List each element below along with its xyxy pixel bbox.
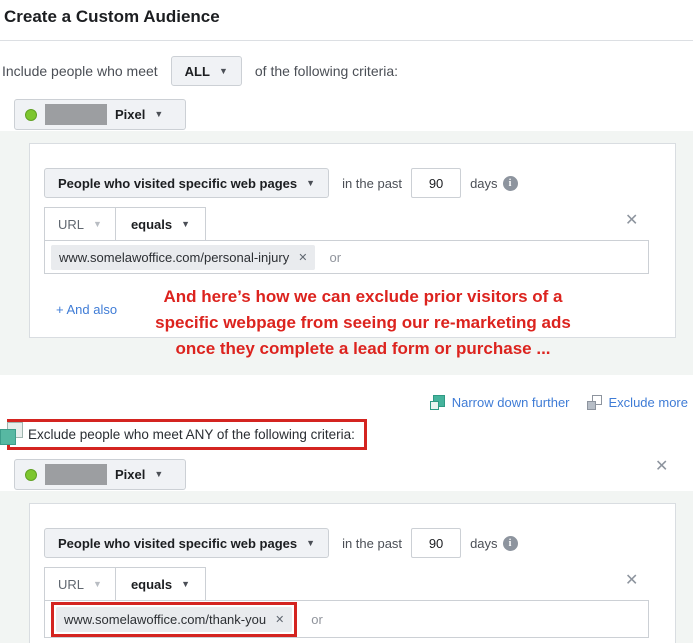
pixel-selector-exclude[interactable]: Pixel ▼: [14, 459, 186, 490]
remove-rule-icon[interactable]: ✕: [625, 213, 638, 229]
page-title: Create a Custom Audience: [4, 7, 220, 26]
chevron-down-icon: ▼: [306, 537, 316, 548]
include-rule-row: Include people who meet ALL ▼ of the fol…: [2, 56, 398, 86]
exclude-criteria-card: People who visited specific web pages ▼ …: [29, 503, 676, 643]
url-chip-text: www.somelawoffice.com/personal-injury: [59, 249, 290, 265]
operator-label: equals: [130, 216, 173, 232]
header-divider: [0, 40, 693, 41]
visited-pages-label: People who visited specific web pages: [58, 535, 298, 551]
chevron-down-icon: ▼: [181, 578, 191, 589]
exclude-overlap-squares-icon: [0, 422, 23, 445]
pixel-label: Pixel: [115, 467, 146, 482]
chip-close-icon[interactable]: ✕: [298, 251, 307, 264]
url-chip: www.somelawoffice.com/personal-injury ✕: [51, 244, 316, 270]
annotation-note: And here’s how we can exclude prior visi…: [118, 284, 608, 362]
url-field-label: URL: [58, 216, 85, 232]
include-rule-suffix: of the following criteria:: [254, 63, 399, 79]
chevron-down-icon: ▼: [154, 109, 164, 119]
exclude-header-text: Exclude people who meet ANY of the follo…: [28, 427, 355, 442]
redacted-pixel-name: [45, 104, 107, 125]
info-icon[interactable]: i: [502, 535, 518, 551]
url-field-dropdown[interactable]: URL ▼: [45, 568, 116, 600]
operator-dropdown[interactable]: equals ▼: [116, 208, 205, 240]
pixel-label: Pixel: [115, 107, 146, 122]
and-also-link[interactable]: + And also: [56, 302, 117, 317]
operator-label: equals: [130, 576, 173, 592]
url-tag-input[interactable]: www.somelawoffice.com/personal-injury ✕: [44, 240, 649, 274]
create-custom-audience-dialog: { "window": { "title": "Create a Custom …: [0, 0, 693, 643]
annotation-line: And here’s how we can exclude prior visi…: [163, 287, 563, 306]
visited-pages-dropdown[interactable]: People who visited specific web pages ▼: [44, 168, 330, 198]
remove-exclude-section-icon[interactable]: ✕: [655, 459, 668, 475]
pixel-active-dot-icon: [25, 468, 37, 481]
url-chip: www.somelawoffice.com/thank-you ✕: [56, 606, 293, 632]
exclude-squares-icon: [586, 395, 602, 410]
chevron-down-icon: ▼: [306, 177, 316, 188]
narrow-down-label: Narrow down further: [451, 395, 570, 410]
remove-rule-icon[interactable]: ✕: [625, 573, 638, 589]
audience-actions-row: Narrow down further Exclude more: [429, 395, 688, 410]
chevron-down-icon: ▼: [93, 218, 102, 229]
exclude-more-link[interactable]: Exclude more: [586, 395, 688, 410]
match-type-dropdown[interactable]: ALL ▼: [170, 56, 242, 86]
in-the-past-label: in the past: [342, 175, 403, 191]
url-chip-highlight: www.somelawoffice.com/thank-you ✕: [51, 601, 298, 637]
match-type-value: ALL: [184, 63, 210, 79]
exclude-more-label: Exclude more: [608, 395, 688, 410]
url-field-dropdown[interactable]: URL ▼: [45, 208, 116, 240]
url-or-input[interactable]: [327, 248, 642, 266]
days-label: days: [470, 175, 498, 191]
url-tag-input[interactable]: www.somelawoffice.com/thank-you ✕: [44, 600, 649, 638]
narrow-squares-icon: [429, 395, 445, 410]
in-the-past-label: in the past: [342, 535, 403, 551]
redacted-pixel-name: [45, 464, 107, 485]
info-icon[interactable]: i: [502, 175, 518, 191]
days-input[interactable]: [411, 168, 462, 198]
visited-pages-label: People who visited specific web pages: [58, 175, 298, 191]
include-rule-prefix: Include people who meet: [2, 63, 158, 79]
visited-pages-dropdown[interactable]: People who visited specific web pages ▼: [44, 528, 330, 558]
narrow-down-further-link[interactable]: Narrow down further: [429, 395, 570, 410]
chevron-down-icon: ▼: [93, 578, 102, 589]
chevron-down-icon: ▼: [154, 469, 164, 479]
days-label: days: [470, 535, 498, 551]
exclude-header-highlight: Exclude people who meet ANY of the follo…: [7, 419, 367, 450]
pixel-active-dot-icon: [25, 108, 37, 121]
url-filter-tabs: URL ▼ equals ▼: [44, 567, 207, 601]
criteria-row: People who visited specific web pages ▼ …: [44, 168, 518, 198]
criteria-row: People who visited specific web pages ▼ …: [44, 528, 518, 558]
url-field-label: URL: [58, 576, 85, 592]
url-chip-text: www.somelawoffice.com/thank-you: [64, 611, 267, 627]
annotation-line: once they complete a lead form or purcha…: [175, 339, 551, 358]
pixel-selector-include[interactable]: Pixel ▼: [14, 99, 186, 130]
chip-close-icon[interactable]: ✕: [275, 613, 284, 626]
chevron-down-icon: ▼: [218, 65, 228, 76]
annotation-line: specific webpage from seeing our re-mark…: [155, 313, 571, 332]
days-input[interactable]: [411, 528, 462, 558]
exclude-section: People who visited specific web pages ▼ …: [0, 491, 693, 643]
url-or-input[interactable]: [309, 610, 642, 628]
url-filter-tabs: URL ▼ equals ▼: [44, 207, 207, 241]
operator-dropdown[interactable]: equals ▼: [116, 568, 205, 600]
chevron-down-icon: ▼: [181, 218, 191, 229]
